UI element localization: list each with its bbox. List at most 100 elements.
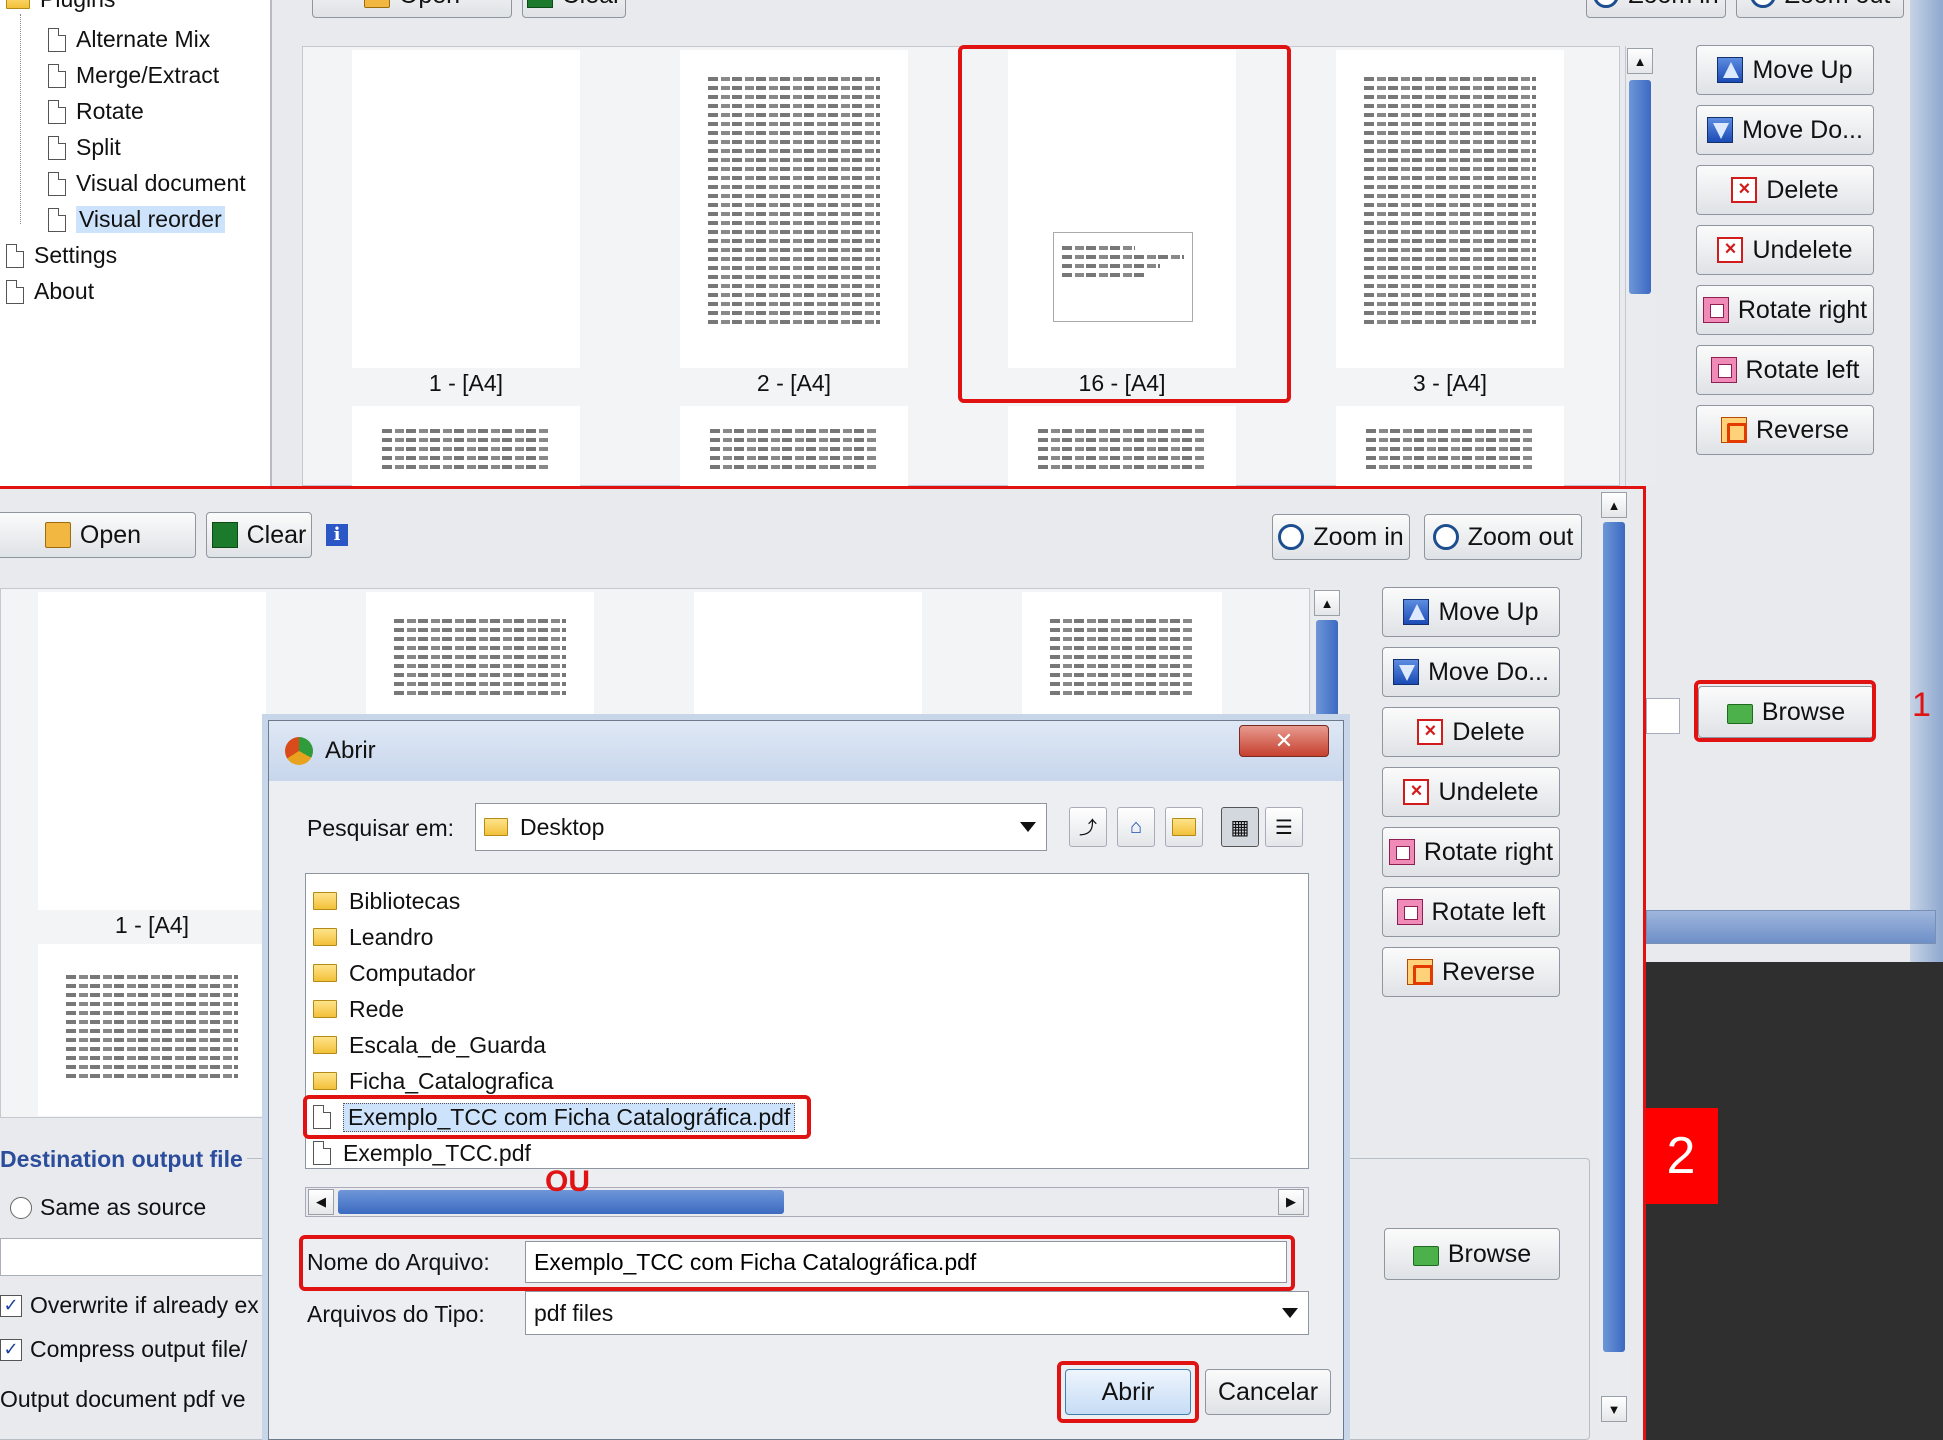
open-folder-icon (44, 522, 71, 548)
dialog-titlebar: Abrir ✕ (269, 721, 1343, 781)
back-thumb-page-2[interactable] (680, 50, 908, 368)
info-icon[interactable]: i (326, 524, 348, 546)
back-clear-button[interactable]: Clear (522, 0, 626, 18)
scroll-left-arrow[interactable]: ◀ (308, 1189, 334, 1215)
document-icon (6, 279, 24, 304)
overwrite-checkbox[interactable]: ✓ Overwrite if already ex (0, 1292, 259, 1319)
document-icon (48, 135, 66, 160)
tree-item-merge-extract[interactable]: Merge/Extract (48, 62, 219, 89)
details-view-button[interactable]: ☰ (1265, 807, 1303, 847)
front-thumb-row2-page[interactable] (38, 944, 266, 1116)
tree-item-visual-reorder[interactable]: Visual reorder (48, 206, 225, 233)
reverse-icon (1406, 959, 1433, 985)
plugin-tree: Plugins Alternate Mix Merge/Extract Rota… (0, 0, 272, 486)
output-path-field[interactable] (0, 1238, 270, 1276)
file-list-item[interactable]: Computador (313, 957, 476, 989)
back-delete-button[interactable]: × Delete (1696, 165, 1874, 215)
folder-icon (313, 1072, 337, 1090)
document-icon (48, 27, 66, 52)
file-list-item[interactable]: Escala_de_Guarda (313, 1029, 546, 1061)
undelete-icon: × (1403, 779, 1430, 805)
front-reverse-button[interactable]: Reverse (1382, 947, 1560, 997)
tree-item-split[interactable]: Split (48, 134, 121, 161)
pdf-version-label: Output document pdf ve (0, 1386, 246, 1412)
front-move-down-button[interactable]: Move Do... (1382, 647, 1560, 697)
front-browse-button[interactable]: Browse (1384, 1228, 1560, 1280)
tree-item-visual-document[interactable]: Visual document (48, 170, 246, 197)
front-move-up-button[interactable]: Move Up (1382, 587, 1560, 637)
file-list-item[interactable]: Ficha_Catalografica (313, 1065, 554, 1097)
back-reverse-button[interactable]: Reverse (1696, 405, 1874, 455)
scroll-up-arrow[interactable]: ▲ (1314, 590, 1340, 616)
back-thumb-label-2: 2 - [A4] (756, 370, 832, 396)
front-thumb-label-1: 1 - [A4] (114, 912, 190, 938)
front-thumb-page-3[interactable] (1022, 592, 1222, 722)
front-thumb-page-16[interactable] (694, 592, 922, 722)
delete-icon: × (1417, 719, 1444, 745)
back-undelete-button[interactable]: × Undelete (1696, 225, 1874, 275)
front-rotate-right-button[interactable]: Rotate right (1382, 827, 1560, 877)
scroll-down-arrow[interactable]: ▼ (1601, 1396, 1627, 1422)
new-folder-button[interactable] (1165, 807, 1203, 847)
front-thumb-page-2[interactable] (366, 592, 594, 722)
horizontal-scrollbar[interactable]: ◀ ▶ (305, 1187, 1309, 1217)
arrow-up-icon (1403, 599, 1430, 625)
same-as-source-radio[interactable]: Same as source (10, 1194, 206, 1221)
front-outer-scrollbar[interactable]: ▲ ▼ (1598, 490, 1630, 1430)
tree-item-alternate-mix[interactable]: Alternate Mix (48, 26, 210, 53)
file-list-item[interactable]: Leandro (313, 921, 433, 953)
front-open-button[interactable]: Open (0, 512, 196, 558)
open-folder-icon (363, 0, 390, 8)
checkbox-checked: ✓ (0, 1338, 22, 1361)
file-list-item[interactable]: Rede (313, 993, 404, 1025)
compress-checkbox[interactable]: ✓ Compress output file/ (0, 1336, 247, 1363)
front-rotate-left-button[interactable]: Rotate left (1382, 887, 1560, 937)
back-move-down-button[interactable]: Move Do... (1696, 105, 1874, 155)
file-list-item[interactable]: Exemplo_TCC.pdf (313, 1137, 531, 1169)
highlight-filename (299, 1235, 1295, 1291)
filetype-select[interactable]: pdf files (525, 1291, 1309, 1335)
tree-item-rotate[interactable]: Rotate (48, 98, 144, 125)
look-in-select[interactable]: Desktop (475, 803, 1047, 851)
highlight-selected-file (303, 1095, 811, 1139)
back-move-up-button[interactable]: Move Up (1696, 45, 1874, 95)
front-zoom-in-button[interactable]: Zoom in (1272, 514, 1410, 560)
front-zoom-out-button[interactable]: Zoom out (1424, 514, 1582, 560)
scroll-thumb[interactable] (1629, 80, 1651, 294)
back-rotate-left-button[interactable]: Rotate left (1696, 345, 1874, 395)
list-view-button[interactable]: ▦ (1221, 807, 1259, 847)
zoom-in-icon (1593, 0, 1620, 8)
back-thumb-page-3[interactable] (1336, 50, 1564, 368)
scroll-thumb[interactable] (1603, 522, 1625, 1352)
file-name: Bibliotecas (349, 887, 461, 914)
back-zoom-in-button[interactable]: Zoom in (1586, 0, 1726, 18)
back-thumb-label-3: 3 - [A4] (1412, 370, 1488, 396)
scroll-up-arrow[interactable]: ▲ (1627, 48, 1653, 74)
folder-icon (313, 964, 337, 982)
back-open-button[interactable]: Open (312, 0, 512, 18)
back-rotate-right-button[interactable]: Rotate right (1696, 285, 1874, 335)
rotate-left-icon (1396, 899, 1423, 925)
tree-settings[interactable]: Settings (6, 242, 117, 269)
chevron-down-icon (1020, 822, 1036, 832)
front-thumb-page-1[interactable] (38, 592, 266, 910)
home-button[interactable]: ⌂ (1117, 807, 1155, 847)
rotate-right-icon (1702, 297, 1729, 323)
front-delete-button[interactable]: × Delete (1382, 707, 1560, 757)
scroll-up-arrow[interactable]: ▲ (1601, 492, 1627, 518)
tree-plugins[interactable]: Plugins (6, 0, 115, 13)
up-one-level-button[interactable]: ⤴ (1069, 807, 1107, 847)
tree-about[interactable]: About (6, 278, 94, 305)
back-zoom-out-button[interactable]: Zoom out (1736, 0, 1904, 18)
back-output-field[interactable] (1646, 698, 1680, 734)
back-thumb-label-1: 1 - [A4] (428, 370, 504, 396)
close-button[interactable]: ✕ (1239, 725, 1329, 757)
rotate-right-icon (1388, 839, 1415, 865)
scroll-right-arrow[interactable]: ▶ (1278, 1189, 1304, 1215)
front-clear-button[interactable]: Clear (206, 512, 312, 558)
front-undelete-button[interactable]: × Undelete (1382, 767, 1560, 817)
back-thumb-page-1[interactable] (352, 50, 580, 368)
document-icon (48, 207, 66, 232)
cancel-button[interactable]: Cancelar (1205, 1369, 1331, 1415)
file-list-item[interactable]: Bibliotecas (313, 885, 460, 917)
